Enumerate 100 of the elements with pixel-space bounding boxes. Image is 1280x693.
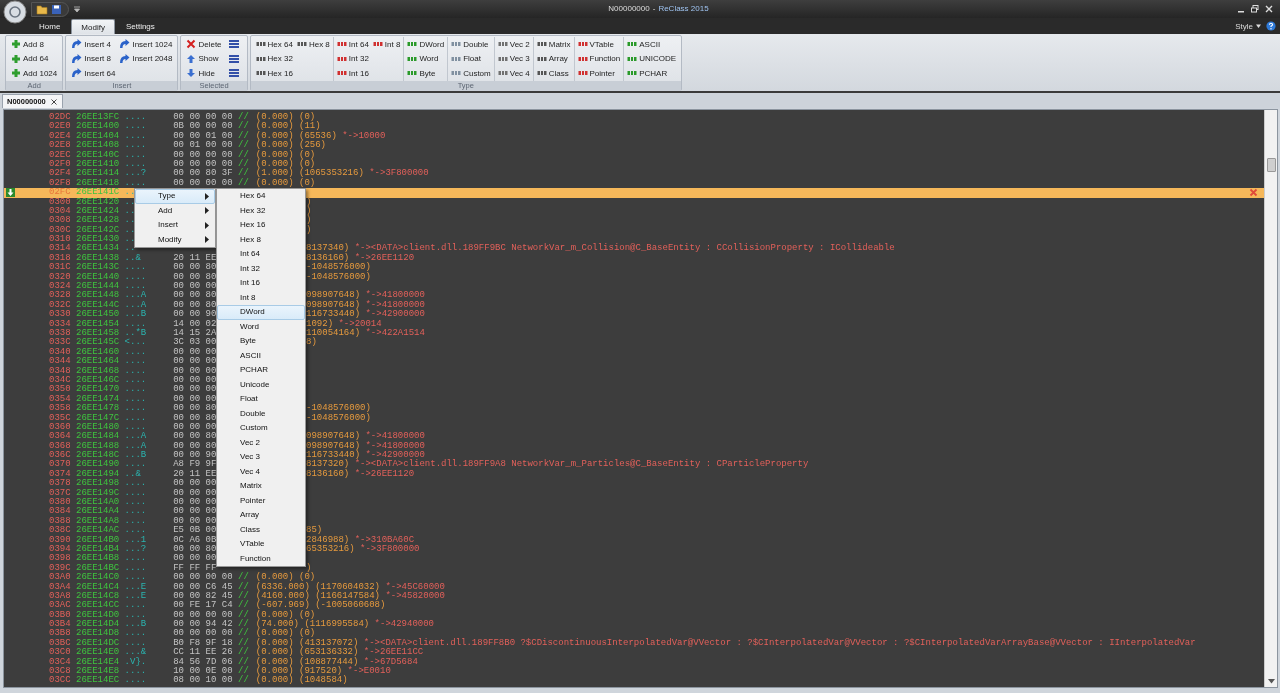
ribbon-button[interactable]: Add 64 xyxy=(9,51,60,67)
menu-item[interactable]: Byte xyxy=(217,334,305,349)
address-text: 26EE1418 xyxy=(76,178,120,188)
menu-item[interactable]: Vec 2 xyxy=(217,435,305,451)
close-icon[interactable] xyxy=(49,97,58,106)
menu-item[interactable]: Int 32 xyxy=(217,261,305,277)
menu-item[interactable]: Hex 16 xyxy=(217,218,305,233)
ascii-text: .. xyxy=(124,235,136,245)
menu-item[interactable]: Word xyxy=(217,319,305,335)
offset-text: 03C0 xyxy=(49,648,71,658)
menu-item[interactable]: Int 64 xyxy=(217,247,305,262)
offset-text: 0370 xyxy=(49,460,71,470)
menu-item[interactable]: Vec 4 xyxy=(217,464,305,480)
ribbon-button[interactable]: DWord xyxy=(405,37,447,52)
ribbon-button[interactable]: Custom xyxy=(449,66,493,81)
ribbon-button[interactable]: Int 8 xyxy=(370,37,403,52)
ribbon-button[interactable]: Pointer xyxy=(575,66,623,81)
menu-item[interactable]: DWord xyxy=(217,305,305,320)
menu-item[interactable]: Pointer xyxy=(217,493,305,509)
ribbon-button[interactable]: VTable xyxy=(575,37,623,52)
ribbon-button[interactable]: Int 32 xyxy=(334,51,371,67)
caret-icon[interactable] xyxy=(73,5,81,13)
menu-item[interactable]: Insert xyxy=(135,218,215,233)
ribbon-button[interactable]: Hex 8 xyxy=(294,37,332,52)
ribbon-button[interactable]: ASCII xyxy=(625,37,679,52)
save-icon[interactable] xyxy=(51,3,62,15)
ribbon-button[interactable]: Insert 4 xyxy=(69,37,118,52)
ribbon-button[interactable]: UNICODE xyxy=(625,51,679,67)
ribbon-button[interactable]: Add 8 xyxy=(9,37,60,52)
restore-icon[interactable] xyxy=(1250,4,1260,14)
ribbon-button[interactable]: Int 16 xyxy=(334,66,371,81)
pointer-text: *->67D5684 xyxy=(363,657,418,667)
ribbon-button[interactable]: Show xyxy=(184,51,224,67)
ribbon-tab[interactable]: Modify xyxy=(71,19,115,34)
ribbon-button[interactable]: Insert 64 xyxy=(69,66,118,81)
ribbon-button[interactable]: Delete xyxy=(184,37,224,52)
ribbon-button[interactable]: Function xyxy=(575,51,623,67)
ribbon-button[interactable]: Hex 64 xyxy=(253,37,295,52)
value-text: 116733440) xyxy=(306,451,361,461)
scroll-down-icon[interactable] xyxy=(1267,679,1275,684)
help-icon[interactable] xyxy=(1266,21,1276,31)
plus-icon xyxy=(11,68,21,79)
ribbon-button[interactable]: Word xyxy=(405,51,447,67)
menu-item[interactable]: Custom xyxy=(217,421,305,436)
ribbon-button[interactable]: Float xyxy=(449,51,493,67)
offset-text: 034C xyxy=(49,375,71,385)
menu-item[interactable]: Type xyxy=(135,189,215,204)
scroll-thumb[interactable] xyxy=(1266,158,1276,172)
menu-item[interactable]: Hex 64 xyxy=(217,189,305,204)
folder-icon[interactable] xyxy=(36,3,48,15)
ribbon-button[interactable]: Vec 4 xyxy=(495,66,532,81)
ribbon-button[interactable]: Array xyxy=(534,51,573,67)
menu-item[interactable]: VTable xyxy=(217,537,305,552)
menu-item[interactable]: Vec 3 xyxy=(217,450,305,465)
ribbon-button[interactable]: Insert 8 xyxy=(69,51,118,67)
ribbon-tab[interactable]: Settings xyxy=(116,19,164,34)
ribbon-button[interactable]: Class xyxy=(534,66,573,81)
ribbon-button[interactable]: Matrix xyxy=(534,37,573,52)
menu-item[interactable]: Hex 32 xyxy=(217,203,305,219)
ribbon-button[interactable]: PCHAR xyxy=(625,66,679,81)
ribbon-button[interactable]: Vec 3 xyxy=(495,51,532,67)
menu-item[interactable]: Int 16 xyxy=(217,276,305,291)
menu-item[interactable]: ASCII xyxy=(217,348,305,364)
ribbon-button[interactable]: Hide xyxy=(184,66,224,81)
menu-item[interactable]: Float xyxy=(217,392,305,407)
app-orb-button[interactable] xyxy=(3,0,27,24)
ribbon-button[interactable]: Hex 32 xyxy=(253,51,295,67)
address-text: 26EE1408 xyxy=(76,141,120,151)
offset-text: 02F4 xyxy=(49,169,71,179)
style-menu-button[interactable]: Style xyxy=(1235,21,1262,31)
ribbon-tab[interactable]: Home xyxy=(30,19,70,34)
ribbon-button[interactable]: Double xyxy=(449,37,493,52)
address-text: 26EE1498 xyxy=(76,479,120,489)
ribbon-button[interactable]: Insert 1024 xyxy=(117,37,175,52)
menu-item[interactable]: Hex 8 xyxy=(217,232,305,248)
menu-item[interactable]: Unicode xyxy=(217,377,305,393)
menu-item[interactable]: Matrix xyxy=(217,479,305,494)
ribbon-button[interactable]: Vec 2 xyxy=(495,37,532,52)
pointer-text: *->E0010 xyxy=(347,667,391,677)
menu-item[interactable]: Function xyxy=(217,551,305,567)
ribbon-button[interactable]: Insert 2048 xyxy=(117,51,175,67)
menu-item[interactable]: Array xyxy=(217,508,305,523)
value-text: (0.000) (0) xyxy=(255,178,316,189)
menu-item[interactable]: PCHAR xyxy=(217,363,305,378)
menu-item[interactable]: Add xyxy=(135,203,215,219)
ribbon-button[interactable]: Add 1024 xyxy=(9,66,60,81)
ribbon-button[interactable]: Hex 16 xyxy=(253,66,295,81)
menu-item[interactable]: Double xyxy=(217,406,305,422)
value-text: 85) xyxy=(306,526,323,536)
scrollbar[interactable] xyxy=(1264,110,1277,687)
ribbon-button[interactable]: Byte xyxy=(405,66,447,81)
offset-text: 0388 xyxy=(49,516,71,526)
type-badge-icon xyxy=(336,40,347,49)
ascii-text: .... xyxy=(124,347,147,358)
address-text: 26EE14A0 xyxy=(76,498,120,507)
menu-item[interactable]: Modify xyxy=(135,232,215,248)
offset-text: 0358 xyxy=(49,404,71,414)
menu-item[interactable]: Class xyxy=(217,522,305,538)
ribbon-button[interactable]: Int 64 xyxy=(334,37,371,52)
menu-item[interactable]: Int 8 xyxy=(217,290,305,306)
